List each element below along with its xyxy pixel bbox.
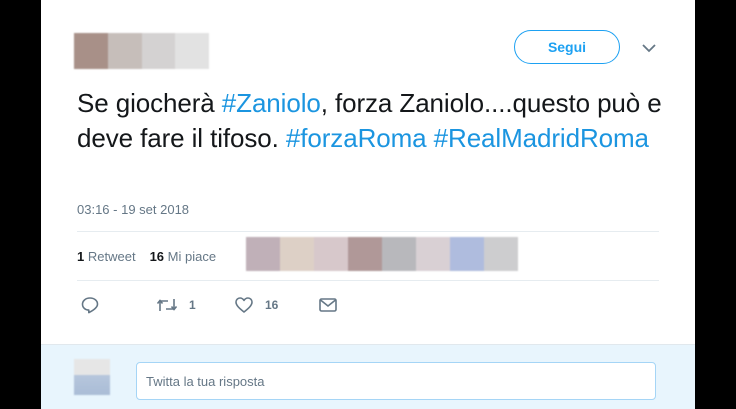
like-stat-count: 16 [149, 249, 165, 264]
divider [77, 231, 659, 232]
like-count: 16 [265, 298, 279, 312]
divider [77, 280, 659, 281]
retweet-icon [157, 299, 177, 311]
tweet-text-segment: Se giocherà [77, 88, 222, 118]
likers-avatars-blurred[interactable] [246, 237, 518, 271]
tweet-card: Segui Se giocherà #Zaniolo, forza Zaniol… [41, 0, 695, 409]
tweet-text: Se giocherà #Zaniolo, forza Zaniolo....q… [77, 86, 667, 156]
tweet-actions: 1 16 [81, 295, 337, 315]
follow-button[interactable]: Segui [514, 30, 620, 64]
retweet-count: 1 [189, 298, 196, 312]
envelope-icon [319, 298, 337, 312]
reply-icon [81, 297, 99, 314]
retweet-stat-count: 1 [77, 249, 85, 264]
reply-composer: Twitta la tua risposta [41, 344, 695, 409]
hashtag-link[interactable]: #Zaniolo [222, 88, 321, 118]
tweet-timestamp[interactable]: 03:16 - 19 set 2018 [77, 202, 189, 217]
like-stat-label: Mi piace [167, 249, 217, 264]
hashtag-link[interactable]: #forzaRoma [286, 123, 427, 153]
like-action[interactable]: 16 [235, 295, 319, 315]
direct-message-action[interactable] [319, 295, 337, 315]
tweet-text-segment [427, 123, 434, 153]
user-avatar-blurred [74, 359, 110, 395]
heart-icon [235, 297, 253, 313]
author-avatar-blurred[interactable] [74, 33, 209, 69]
retweet-stat[interactable]: 1 Retweet [77, 249, 136, 264]
retweet-stat-label: Retweet [87, 249, 136, 264]
tweet-stats: 1 Retweet 16 Mi piace [77, 249, 216, 264]
hashtag-link[interactable]: #RealMadridRoma [434, 123, 649, 153]
reply-action[interactable] [81, 295, 157, 315]
like-stat[interactable]: 16 Mi piace [150, 249, 217, 264]
chevron-down-icon[interactable] [639, 40, 659, 56]
reply-input[interactable]: Twitta la tua risposta [136, 362, 656, 400]
retweet-action[interactable]: 1 [157, 295, 235, 315]
